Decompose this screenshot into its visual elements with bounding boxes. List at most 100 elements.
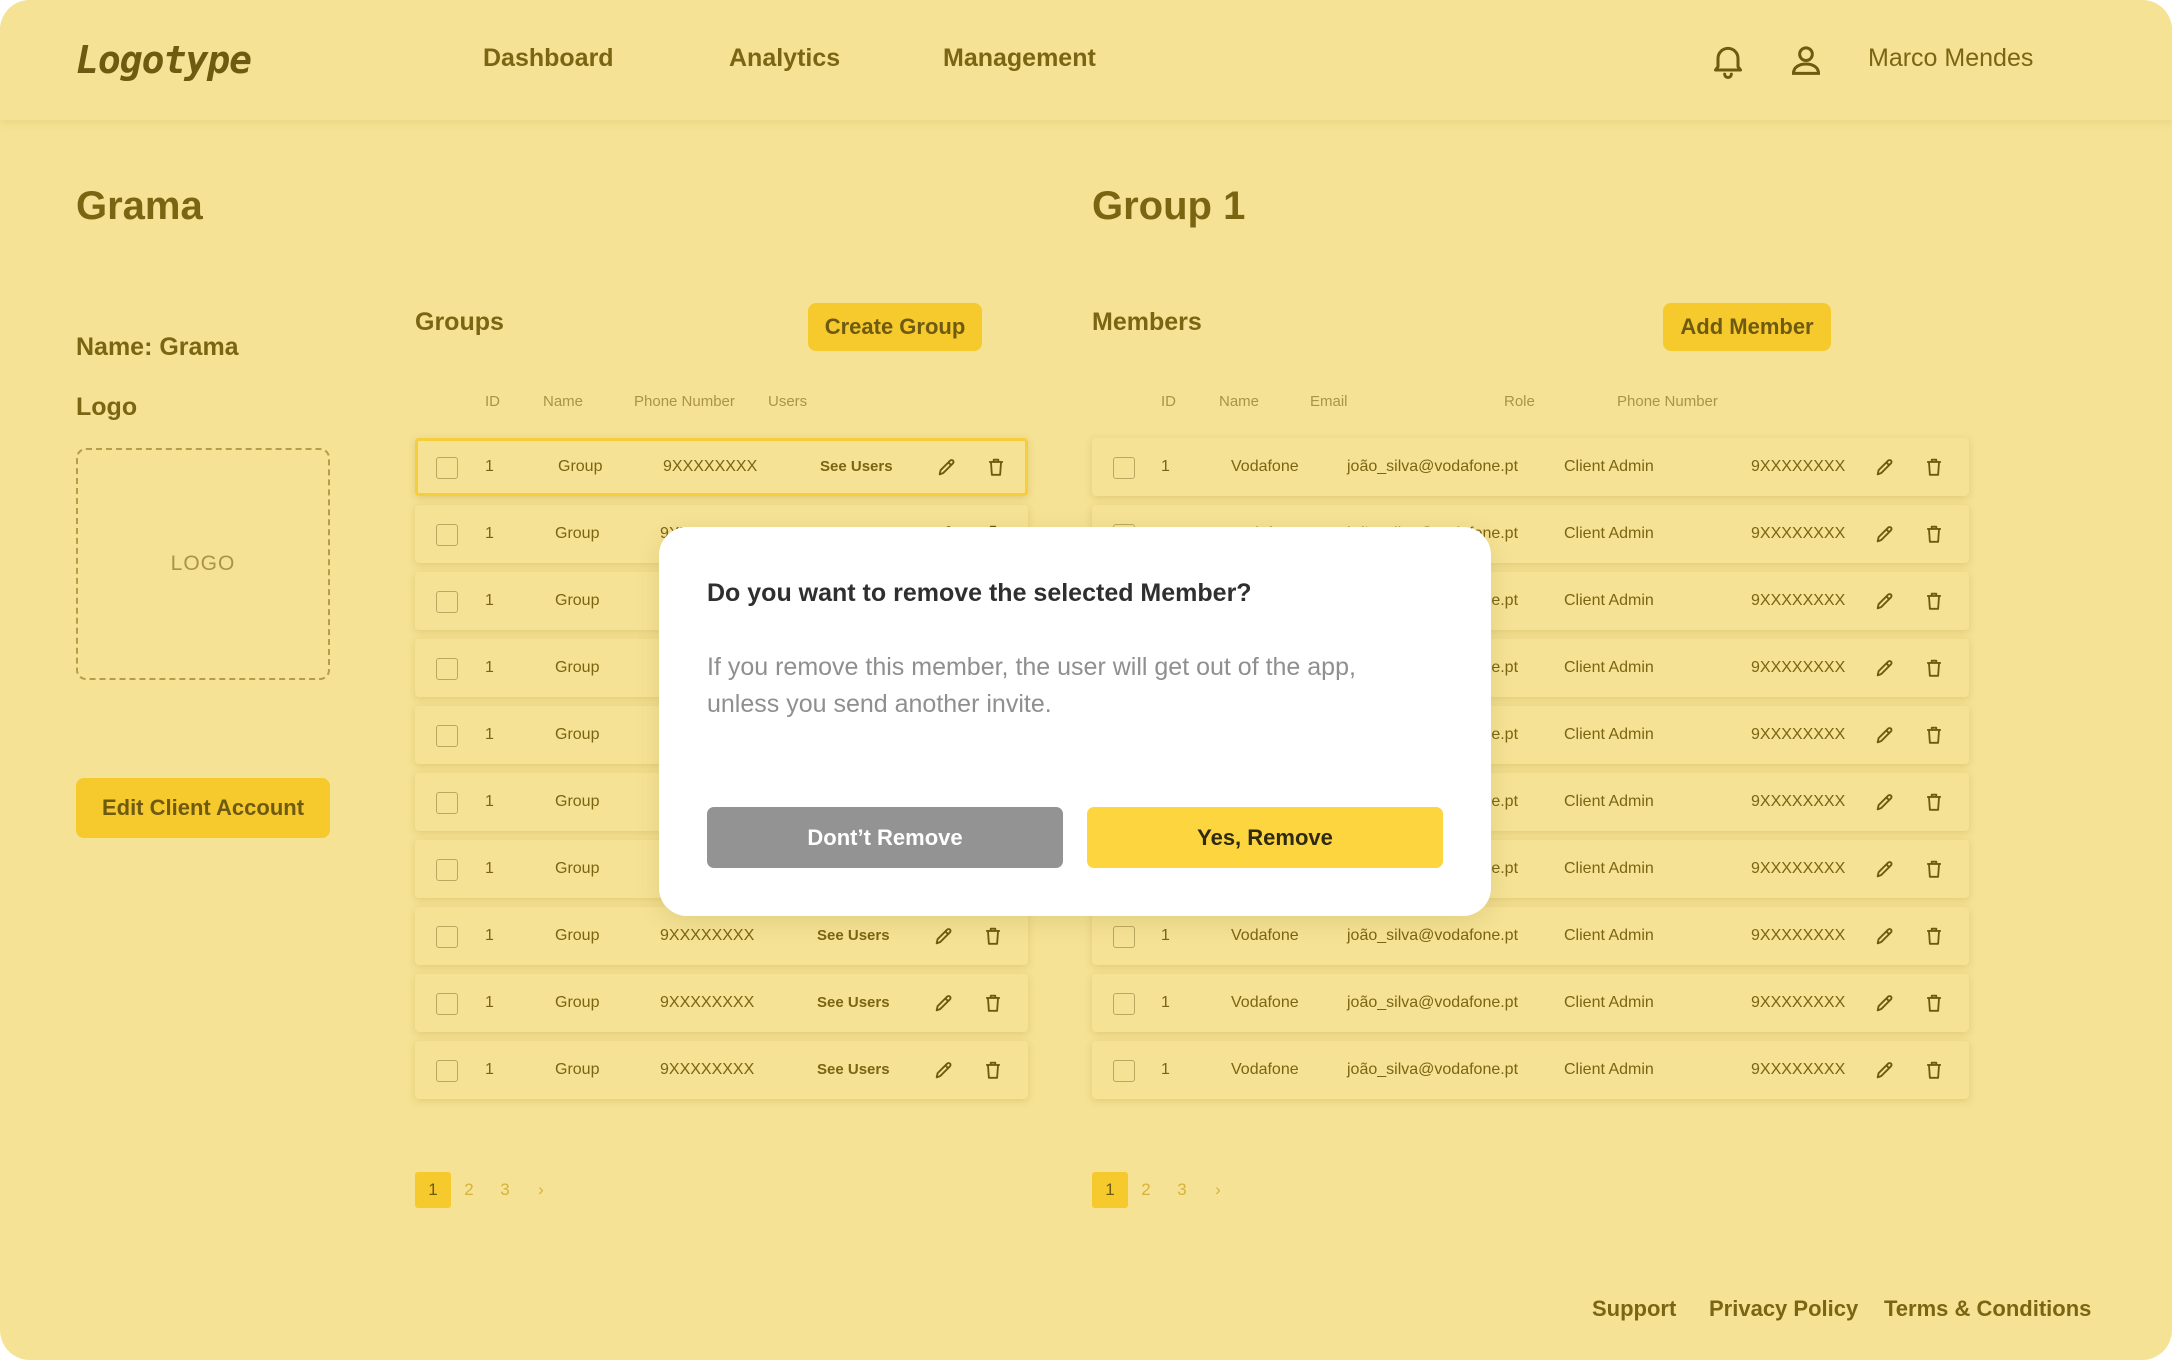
groups-page-next[interactable]: › xyxy=(523,1172,559,1208)
row-checkbox[interactable] xyxy=(1113,457,1135,479)
pencil-icon[interactable] xyxy=(933,925,955,947)
pencil-icon[interactable] xyxy=(1874,590,1896,612)
groups-col-name: Name xyxy=(543,393,584,410)
row-checkbox[interactable] xyxy=(436,524,458,546)
row-checkbox[interactable] xyxy=(436,859,458,881)
row-checkbox[interactable] xyxy=(436,725,458,747)
footer-support-link[interactable]: Support xyxy=(1592,1296,1676,1322)
footer-terms-link[interactable]: Terms & Conditions xyxy=(1884,1296,2091,1322)
trash-icon[interactable] xyxy=(1923,1059,1945,1081)
row-checkbox[interactable] xyxy=(436,457,458,479)
table-row[interactable]: 1 Group 9XXXXXXXX See Users xyxy=(415,1041,1028,1099)
row-checkbox[interactable] xyxy=(436,792,458,814)
pencil-icon[interactable] xyxy=(1874,992,1896,1014)
see-users-link[interactable]: See Users xyxy=(817,1041,890,1099)
pencil-icon[interactable] xyxy=(1874,791,1896,813)
members-page-2[interactable]: 2 xyxy=(1128,1172,1164,1208)
groups-page-3[interactable]: 3 xyxy=(487,1172,523,1208)
trash-icon[interactable] xyxy=(1923,456,1945,478)
cell-name: Group xyxy=(555,860,600,877)
groups-pagination: 1 2 3 › xyxy=(415,1172,559,1208)
pencil-icon[interactable] xyxy=(936,456,958,478)
bell-icon[interactable] xyxy=(1708,40,1748,80)
user-icon[interactable] xyxy=(1786,40,1826,80)
cell-name: Group xyxy=(555,927,600,944)
pencil-icon[interactable] xyxy=(1874,456,1896,478)
pencil-icon[interactable] xyxy=(933,992,955,1014)
logo-placeholder-text: LOGO xyxy=(170,552,236,575)
trash-icon[interactable] xyxy=(1923,791,1945,813)
create-group-button[interactable]: Create Group xyxy=(808,303,982,351)
cell-phone: 9XXXXXXXX xyxy=(1751,659,1846,676)
cell-id: 1 xyxy=(485,1061,494,1078)
cell-phone: 9XXXXXXXX xyxy=(660,994,755,1011)
trash-icon[interactable] xyxy=(1923,590,1945,612)
cell-id: 1 xyxy=(485,458,494,475)
pencil-icon[interactable] xyxy=(1874,657,1896,679)
row-checkbox[interactable] xyxy=(436,658,458,680)
groups-page-2[interactable]: 2 xyxy=(451,1172,487,1208)
logo-placeholder[interactable]: LOGO xyxy=(76,448,330,680)
top-navbar: Logotype Dashboard Analytics Management … xyxy=(0,0,2172,120)
row-checkbox[interactable] xyxy=(1113,1060,1135,1082)
see-users-link[interactable]: See Users xyxy=(820,438,893,496)
nav-management[interactable]: Management xyxy=(943,44,1096,73)
members-page-3[interactable]: 3 xyxy=(1164,1172,1200,1208)
cell-name: Group xyxy=(555,726,600,743)
table-row[interactable]: 1 Vodafone joão_silva@vodafone.pt Client Ad… xyxy=(1092,438,1969,496)
cell-id: 1 xyxy=(1161,994,1170,1011)
add-member-button[interactable]: Add Member xyxy=(1663,303,1831,351)
trash-icon[interactable] xyxy=(1923,657,1945,679)
members-page-next[interactable]: › xyxy=(1200,1172,1236,1208)
trash-icon[interactable] xyxy=(1923,858,1945,880)
cell-name: Vodafone xyxy=(1231,458,1299,475)
pencil-icon[interactable] xyxy=(933,1059,955,1081)
trash-icon[interactable] xyxy=(982,925,1004,947)
row-checkbox[interactable] xyxy=(436,1060,458,1082)
row-checkbox[interactable] xyxy=(436,591,458,613)
pencil-icon[interactable] xyxy=(1874,858,1896,880)
cell-role: Client Admin xyxy=(1564,860,1654,877)
pencil-icon[interactable] xyxy=(1874,724,1896,746)
trash-icon[interactable] xyxy=(1923,724,1945,746)
nav-analytics[interactable]: Analytics xyxy=(729,44,840,73)
row-checkbox[interactable] xyxy=(436,993,458,1015)
cell-role: Client Admin xyxy=(1564,994,1654,1011)
pencil-icon[interactable] xyxy=(1874,1059,1896,1081)
trash-icon[interactable] xyxy=(1923,925,1945,947)
pencil-icon[interactable] xyxy=(1874,925,1896,947)
cell-role: Client Admin xyxy=(1564,793,1654,810)
row-checkbox[interactable] xyxy=(1113,993,1135,1015)
groups-page-1[interactable]: 1 xyxy=(415,1172,451,1208)
dont-remove-button[interactable]: Dont’t Remove xyxy=(707,807,1063,868)
see-users-link[interactable]: See Users xyxy=(817,974,890,1032)
cell-role: Client Admin xyxy=(1564,525,1654,542)
cell-id: 1 xyxy=(485,994,494,1011)
row-checkbox[interactable] xyxy=(436,926,458,948)
groups-section-title: Groups xyxy=(415,308,504,336)
table-row[interactable]: 1 Group 9XXXXXXXX See Users xyxy=(415,974,1028,1032)
cell-id: 1 xyxy=(485,525,494,542)
footer-privacy-link[interactable]: Privacy Policy xyxy=(1709,1296,1858,1322)
logotype[interactable]: Logotype xyxy=(76,38,252,82)
cell-name: Group xyxy=(555,659,600,676)
trash-icon[interactable] xyxy=(1923,523,1945,545)
trash-icon[interactable] xyxy=(1923,992,1945,1014)
table-row[interactable]: 1 Vodafone joão_silva@vodafone.pt Client Ad… xyxy=(1092,1041,1969,1099)
pencil-icon[interactable] xyxy=(1874,523,1896,545)
table-row[interactable]: 1 Group 9XXXXXXXX See Users xyxy=(415,438,1028,496)
cell-name: Vodafone xyxy=(1231,994,1299,1011)
dialog-title: Do you want to remove the selected Membe… xyxy=(707,579,1252,607)
nav-dashboard[interactable]: Dashboard xyxy=(483,44,614,73)
table-row[interactable]: 1 Vodafone joão_silva@vodafone.pt Client Ad… xyxy=(1092,974,1969,1032)
trash-icon[interactable] xyxy=(982,1059,1004,1081)
trash-icon[interactable] xyxy=(985,456,1007,478)
username[interactable]: Marco Mendes xyxy=(1868,44,2033,73)
trash-icon[interactable] xyxy=(982,992,1004,1014)
cell-phone: 9XXXXXXXX xyxy=(1751,860,1846,877)
row-checkbox[interactable] xyxy=(1113,926,1135,948)
members-page-1[interactable]: 1 xyxy=(1092,1172,1128,1208)
yes-remove-button[interactable]: Yes, Remove xyxy=(1087,807,1443,868)
edit-client-account-button[interactable]: Edit Client Account xyxy=(76,778,330,838)
cell-email: joão_silva@vodafone.pt xyxy=(1347,1061,1519,1078)
